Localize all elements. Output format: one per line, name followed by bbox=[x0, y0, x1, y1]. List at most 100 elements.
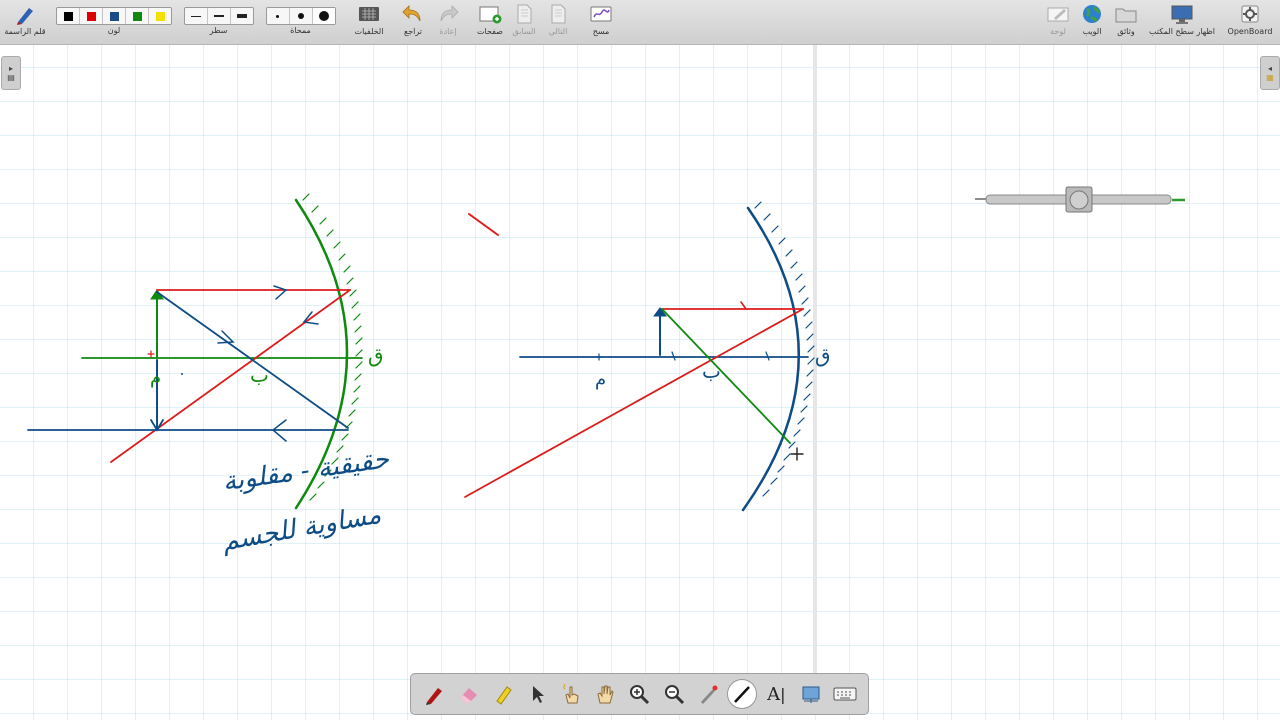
hand-icon bbox=[597, 685, 614, 704]
previous-page-label: السابق bbox=[512, 27, 536, 36]
next-page-icon bbox=[551, 4, 566, 24]
color-red-swatch[interactable] bbox=[80, 8, 103, 24]
globe-icon bbox=[1083, 5, 1101, 23]
right-pole-label: ق bbox=[815, 343, 831, 367]
undo-button[interactable]: تراجع bbox=[398, 2, 428, 42]
next-page-button[interactable]: التالي bbox=[543, 2, 573, 42]
right-panel-toggle[interactable]: ◂ ▦ bbox=[1260, 56, 1280, 90]
pen-icon bbox=[426, 688, 443, 705]
left-focus-dot bbox=[181, 373, 183, 375]
line-width-group: سطر bbox=[183, 2, 254, 42]
clear-page-label: مسح bbox=[592, 27, 610, 36]
eraser-medium-option[interactable] bbox=[290, 8, 313, 24]
grid-background bbox=[0, 45, 1280, 720]
zoom-out-icon bbox=[664, 685, 684, 705]
folder-icon bbox=[1115, 8, 1137, 23]
expand-left-icon: ◂ bbox=[1267, 64, 1272, 73]
line-width-picker bbox=[183, 7, 254, 25]
whiteboard-canvas[interactable]: م ب ق حقيقية - مقلوبة مساوية للجسم م ب ق bbox=[0, 45, 1280, 720]
previous-page-icon bbox=[517, 4, 532, 24]
line-thick-option[interactable] bbox=[231, 8, 253, 24]
line-width-label: سطر bbox=[209, 26, 228, 35]
keyboard-tool-button[interactable] bbox=[831, 680, 859, 708]
text-tool-button[interactable]: A | bbox=[762, 680, 790, 708]
right-center-label: م bbox=[595, 369, 606, 390]
line-medium-option[interactable] bbox=[208, 8, 231, 24]
redo-label: إعادة bbox=[439, 27, 457, 36]
backgrounds-icon bbox=[359, 7, 379, 21]
redo-icon bbox=[440, 5, 459, 22]
color-yellow-swatch[interactable] bbox=[149, 8, 171, 24]
openboard-menu-button[interactable]: OpenBoard bbox=[1222, 2, 1278, 42]
add-page-icon bbox=[479, 6, 502, 24]
board-mode-label: لوحة bbox=[1050, 27, 1066, 36]
laser-pointer-icon bbox=[700, 685, 718, 704]
selector-tool-button[interactable] bbox=[523, 680, 551, 708]
undo-icon bbox=[402, 5, 421, 22]
color-picker bbox=[56, 7, 172, 25]
show-desktop-label: اظهار سطح المكتب bbox=[1148, 27, 1216, 36]
zoom-out-tool-button[interactable] bbox=[660, 680, 688, 708]
pen-mode-label: قلم الراسمة bbox=[4, 27, 46, 36]
eraser-size-picker bbox=[265, 7, 336, 25]
pages-button[interactable]: صفحات bbox=[474, 2, 506, 42]
interact-tool-button[interactable] bbox=[557, 680, 585, 708]
clear-page-button[interactable]: مسح bbox=[585, 2, 617, 42]
left-center-label: م bbox=[150, 367, 161, 388]
show-desktop-button[interactable]: اظهار سطح المكتب bbox=[1147, 2, 1217, 42]
tool-dock: A | bbox=[410, 673, 869, 715]
line-thin-option[interactable] bbox=[185, 8, 208, 24]
pages-label: صفحات bbox=[477, 27, 503, 36]
documents-mode-button[interactable]: وثائق bbox=[1111, 2, 1141, 42]
keyboard-icon bbox=[833, 687, 857, 701]
marker-tool-button[interactable] bbox=[489, 680, 517, 708]
color-black-swatch[interactable] bbox=[57, 8, 80, 24]
eraser-tool-button[interactable] bbox=[454, 680, 482, 708]
eraser-icon bbox=[460, 688, 478, 704]
redo-button[interactable]: إعادة bbox=[433, 2, 463, 42]
pen-mode-icon bbox=[17, 8, 33, 25]
previous-page-button[interactable]: السابق bbox=[509, 2, 539, 42]
hand-tool-button[interactable] bbox=[591, 680, 619, 708]
line-icon bbox=[734, 686, 750, 703]
eraser-large-option[interactable] bbox=[312, 8, 335, 24]
next-page-label: التالي bbox=[548, 27, 568, 36]
zoom-in-icon bbox=[630, 685, 650, 705]
gear-icon bbox=[1241, 5, 1259, 23]
panel-page-icon: ▤ bbox=[7, 73, 15, 82]
capture-tool-button[interactable] bbox=[797, 680, 825, 708]
right-focus-label: ب bbox=[702, 359, 721, 383]
eraser-size-label: ممحاة bbox=[290, 26, 311, 35]
openboard-label: OpenBoard bbox=[1227, 27, 1273, 36]
web-mode-button[interactable]: الويب bbox=[1077, 2, 1107, 42]
color-group: لون bbox=[56, 2, 172, 42]
color-green-swatch[interactable] bbox=[126, 8, 149, 24]
backgrounds-label: الخلفيات bbox=[354, 27, 384, 36]
main-toolbar: قلم الراسمة لون سطر ممحاة الخلفيات تراجع… bbox=[0, 0, 1280, 45]
left-pole-label: ق bbox=[368, 343, 384, 367]
highlighter-icon bbox=[495, 686, 512, 705]
desktop-icon bbox=[1171, 5, 1193, 24]
color-label: لون bbox=[107, 26, 121, 35]
undo-label: تراجع bbox=[403, 27, 423, 36]
hand-pointer-icon bbox=[562, 683, 579, 704]
eraser-size-group: ممحاة bbox=[265, 2, 336, 42]
left-panel-toggle[interactable]: ▸ ▤ bbox=[1, 56, 21, 90]
library-icon: ▦ bbox=[1266, 73, 1274, 82]
web-mode-label: الويب bbox=[1082, 27, 1102, 36]
expand-right-icon: ▸ bbox=[8, 64, 13, 73]
pen-tool-button[interactable] bbox=[420, 680, 448, 708]
arrow-pointer-icon bbox=[532, 686, 544, 703]
backgrounds-button[interactable]: الخلفيات bbox=[350, 2, 388, 42]
board-mode-button[interactable]: لوحة bbox=[1043, 2, 1073, 42]
laser-tool-button[interactable] bbox=[694, 680, 722, 708]
eraser-small-option[interactable] bbox=[267, 8, 290, 24]
pen-mode-button[interactable]: قلم الراسمة bbox=[2, 2, 48, 42]
line-tool-button[interactable] bbox=[728, 680, 757, 708]
board-icon bbox=[1047, 7, 1069, 22]
zoom-in-tool-button[interactable] bbox=[625, 680, 653, 708]
clear-page-icon bbox=[590, 6, 612, 22]
color-blue-swatch[interactable] bbox=[103, 8, 126, 24]
documents-mode-label: وثائق bbox=[1117, 27, 1135, 36]
text-cursor-icon: | bbox=[780, 684, 786, 704]
